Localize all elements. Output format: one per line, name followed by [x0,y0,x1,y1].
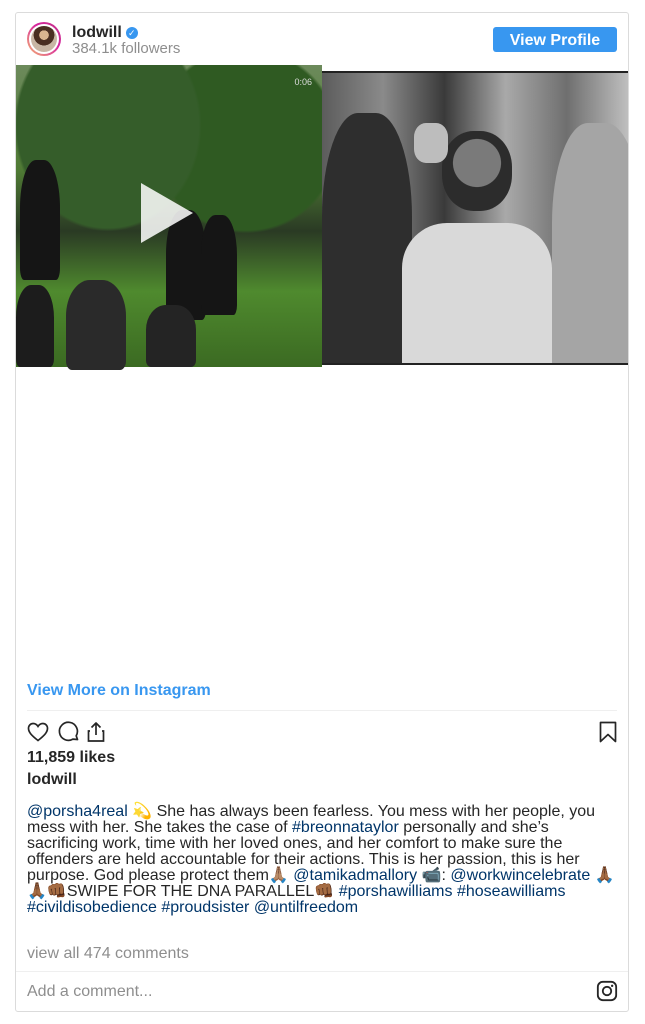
hashtag-link[interactable]: #breonnataylor [292,819,399,836]
hashtag-link[interactable]: #civildisobedience [27,899,157,916]
archival-photo[interactable] [322,71,628,365]
police-figure [201,215,237,315]
mention-link[interactable]: @porsha4real [27,803,128,820]
man-face [442,131,512,211]
man-body [402,223,552,363]
instagram-logo-icon[interactable] [596,980,618,1002]
mention-link[interactable]: @tamikadmallory [293,867,417,884]
view-profile-button[interactable]: View Profile [493,27,617,52]
add-comment-input[interactable]: Add a comment... [27,983,152,1001]
avatar-photo [31,26,57,52]
post-caption: @porsha4real 💫 She has always been fearl… [27,804,619,916]
officer-figure [322,113,412,363]
caption-text: 📹: [417,867,451,884]
verified-badge-icon: ✓ [125,27,138,39]
protester-figure [16,285,54,367]
play-icon[interactable] [141,183,193,243]
raised-fist [414,123,448,163]
like-count[interactable]: 11,859 likes [27,749,115,767]
share-icon[interactable] [84,720,108,744]
view-more-link[interactable]: View More on Instagram [27,682,211,700]
protester-figure [146,305,196,367]
bookmark-icon[interactable] [596,720,620,744]
police-figure [20,160,60,280]
divider [27,710,617,711]
video-timer: 0:06 [294,77,312,87]
video-thumbnail[interactable]: 0:06 [16,65,322,370]
post-header: lodwill ✓ 384.1k followers View Profile [16,13,628,65]
divider [16,971,628,972]
hashtag-link[interactable]: #porshawilliams [339,883,453,900]
comment-icon[interactable] [57,720,81,744]
mention-link[interactable]: @untilfreedom [254,899,358,916]
instagram-embed-card: lodwill ✓ 384.1k followers View Profile … [15,12,629,1012]
post-owner-username[interactable]: lodwill [27,771,77,789]
avatar[interactable] [27,22,61,56]
woman-figure [552,123,628,363]
action-bar [26,720,618,746]
protester-figure [66,280,126,370]
heart-icon[interactable] [26,720,50,744]
post-media[interactable]: 0:06 [16,65,628,370]
hashtag-link[interactable]: #hoseawilliams [457,883,566,900]
hashtag-link[interactable]: #proudsister [161,899,249,916]
mention-link[interactable]: @workwincelebrate [450,867,590,884]
view-all-comments-link[interactable]: view all 474 comments [27,945,189,963]
follower-count: 384.1k followers [72,40,181,57]
